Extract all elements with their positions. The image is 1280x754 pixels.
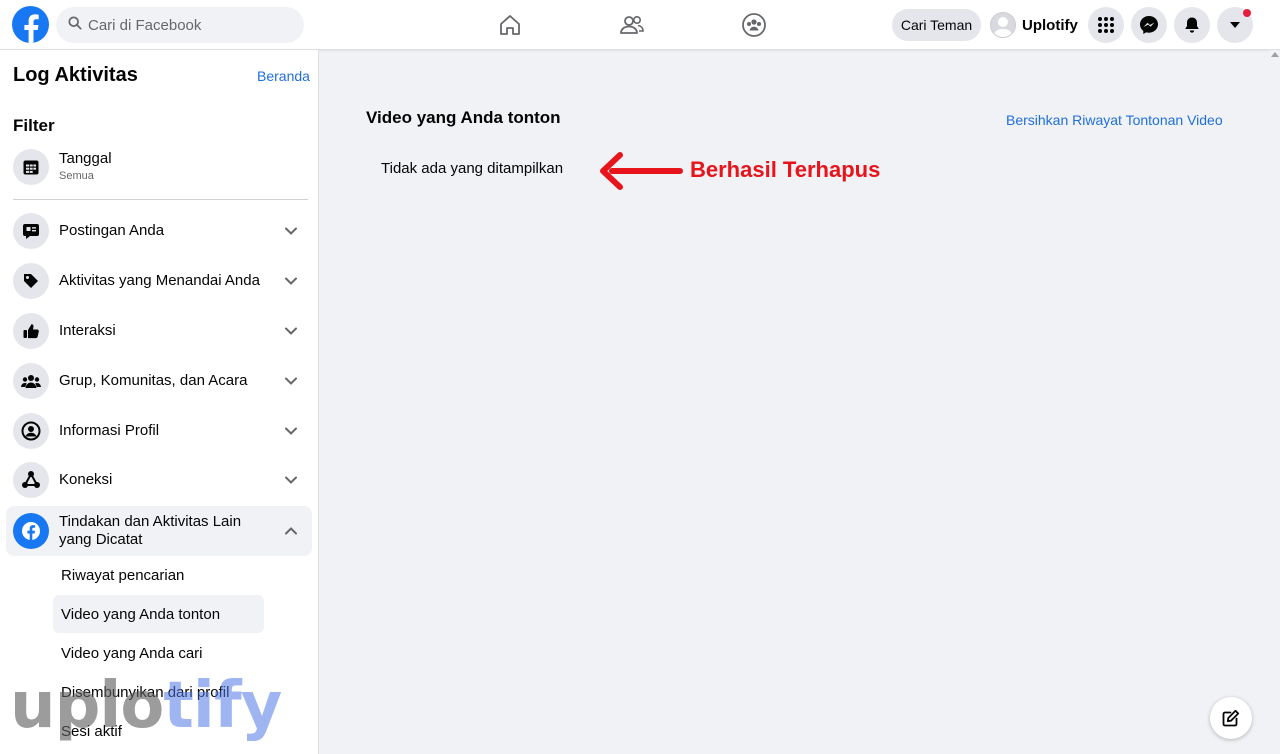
- connection-icon: [13, 462, 49, 498]
- facebook-logo-icon[interactable]: [12, 6, 49, 43]
- calendar-icon: [13, 149, 49, 185]
- subitem-hidden-from-profile[interactable]: Disembunyikan dari profil: [53, 673, 237, 711]
- category-label: Aktivitas yang Menandai Anda: [59, 272, 260, 289]
- divider: [13, 199, 308, 200]
- compose-icon: [1222, 709, 1240, 727]
- filter-title: Filter: [13, 116, 55, 135]
- subitem-searched-videos[interactable]: Video yang Anda cari: [53, 634, 211, 672]
- category-label: Informasi Profil: [59, 422, 160, 439]
- profile-icon: [13, 413, 49, 449]
- caret-down-icon: [1230, 22, 1240, 28]
- messenger-button[interactable]: [1131, 7, 1167, 43]
- category-posts[interactable]: Postingan Anda: [6, 206, 312, 256]
- avatar: [990, 12, 1016, 38]
- scroll-up-arrow-icon[interactable]: [1271, 52, 1279, 57]
- category-label: Koneksi: [59, 471, 113, 488]
- tag-icon: [13, 263, 49, 299]
- messenger-icon: [1140, 16, 1158, 34]
- annotation-text: Berhasil Terhapus: [690, 157, 881, 182]
- search-bar[interactable]: [56, 7, 304, 43]
- category-other-actions[interactable]: Tindakan dan Aktivitas Lain yang Dicatat: [6, 506, 312, 556]
- menu-grid-button[interactable]: [1088, 7, 1124, 43]
- find-friends-button[interactable]: Cari Teman: [892, 9, 981, 41]
- filter-date[interactable]: Tanggal Semua: [6, 142, 312, 192]
- category-label: Postingan Anda: [59, 222, 165, 239]
- empty-state-text: Tidak ada yang ditampilkan: [381, 160, 564, 177]
- groups-icon[interactable]: [741, 12, 767, 38]
- post-icon: [13, 213, 49, 249]
- home-icon[interactable]: [497, 12, 523, 38]
- account-menu-button[interactable]: [1217, 7, 1253, 43]
- chevron-down-icon: [284, 274, 298, 288]
- profile-name: Uplotify: [1022, 16, 1078, 34]
- category-label: Interaksi: [59, 322, 116, 339]
- notification-dot: [1243, 9, 1251, 17]
- category-connections[interactable]: Koneksi: [6, 455, 312, 505]
- chevron-down-icon: [284, 374, 298, 388]
- top-bar: Cari Teman Uplotify: [0, 0, 1280, 50]
- grid-icon: [1098, 17, 1114, 33]
- facebook-icon: [13, 513, 49, 549]
- clear-watch-history-link[interactable]: Bersihkan Riwayat Tontonan Video: [1006, 112, 1223, 128]
- group-icon: [13, 363, 49, 399]
- subitem-active-sessions[interactable]: Sesi aktif: [53, 712, 130, 750]
- category-interactions[interactable]: Interaksi: [6, 306, 312, 356]
- category-profile-info[interactable]: Informasi Profil: [6, 406, 312, 456]
- search-icon: [68, 15, 82, 35]
- subitem-search-history[interactable]: Riwayat pencarian: [53, 556, 192, 594]
- new-message-button[interactable]: [1210, 697, 1252, 739]
- filter-date-value: Semua: [59, 170, 94, 182]
- page-title: Video yang Anda tonton: [366, 108, 561, 127]
- activity-log-sidebar: Log Aktivitas Beranda Filter Tanggal Sem…: [0, 50, 319, 754]
- scrollbar[interactable]: [1269, 50, 1280, 754]
- category-label: Grup, Komunitas, dan Acara: [59, 372, 248, 389]
- subitem-watched-videos[interactable]: Video yang Anda tonton: [53, 595, 264, 633]
- home-link[interactable]: Beranda: [257, 68, 310, 84]
- chevron-down-icon: [284, 473, 298, 487]
- filter-date-label: Tanggal: [59, 150, 112, 167]
- chevron-down-icon: [284, 224, 298, 238]
- chevron-up-icon: [284, 524, 298, 538]
- notifications-button[interactable]: [1174, 7, 1210, 43]
- search-input[interactable]: [88, 16, 288, 34]
- sidebar-title: Log Aktivitas: [13, 64, 138, 86]
- category-tagged[interactable]: Aktivitas yang Menandai Anda: [6, 256, 312, 306]
- category-label: Tindakan dan Aktivitas Lain yang Dicatat: [59, 513, 242, 548]
- friends-icon[interactable]: [619, 12, 645, 38]
- annotation-arrow-icon: [598, 151, 684, 196]
- chevron-down-icon: [284, 324, 298, 338]
- bell-icon: [1185, 17, 1199, 33]
- profile-link[interactable]: Uplotify: [990, 9, 1078, 41]
- category-groups[interactable]: Grup, Komunitas, dan Acara: [6, 356, 312, 406]
- chevron-down-icon: [284, 424, 298, 438]
- like-icon: [13, 313, 49, 349]
